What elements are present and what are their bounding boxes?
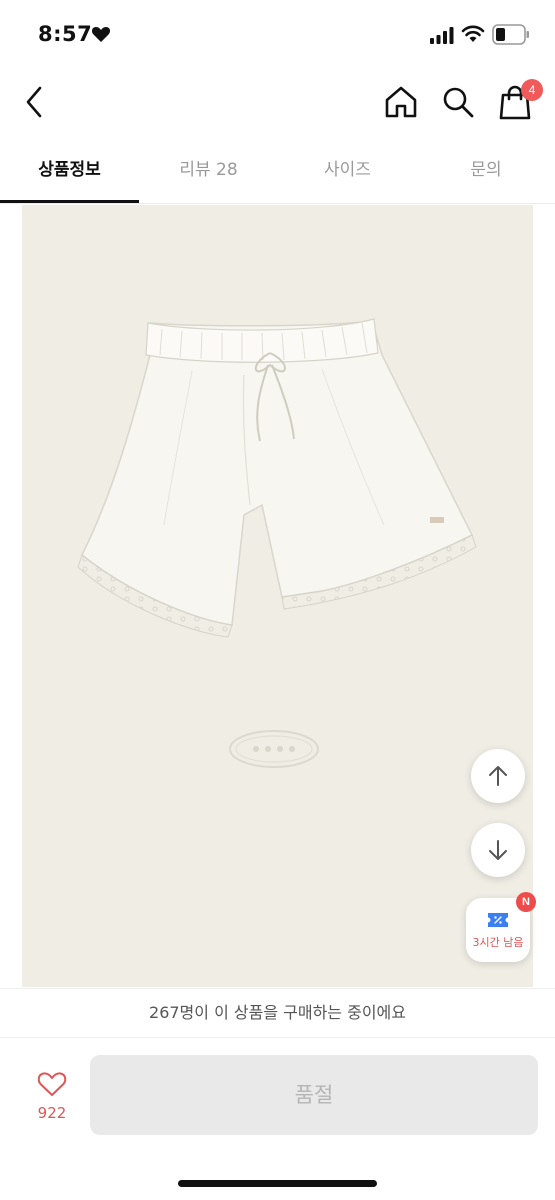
tab-product-info[interactable]: 상품정보 [0,140,139,202]
status-time: 8:57 [38,22,93,46]
cart-count-badge: 4 [521,79,543,101]
status-bar: 8:57 [0,0,555,70]
wifi-icon [461,25,485,42]
home-icon [385,86,417,118]
scroll-down-button[interactable] [471,823,525,877]
home-indicator [178,1180,377,1187]
back-icon [26,86,42,118]
like-button[interactable]: 922 [24,1068,80,1128]
coupon-time-left: 3시간 남음 [472,936,524,949]
new-badge: N [516,892,536,912]
tab-size[interactable]: 사이즈 [278,140,417,202]
sold-out-button[interactable]: 품절 [90,1055,538,1135]
heart-icon [91,26,111,42]
purchase-activity-banner: 267명이 이 상품을 구매하는 중이에요 [0,988,555,1038]
bottom-action-bar: 922 품절 [0,1038,555,1200]
back-button[interactable] [18,82,52,122]
battery-icon [492,24,529,45]
coupon-icon [488,913,508,927]
search-button[interactable] [440,84,476,120]
signal-icon [430,27,454,44]
active-tab-indicator [0,200,139,203]
arrow-up-icon [489,766,507,786]
shorts-illustration [77,318,477,768]
tab-reviews[interactable]: 리뷰 28 [139,140,278,202]
like-count: 922 [37,1104,67,1122]
arrow-down-icon [489,840,507,860]
search-icon [443,87,474,118]
tab-inquiry[interactable]: 문의 [417,140,555,202]
app-header [0,70,555,134]
product-tabs: 상품정보 리뷰 28 사이즈 문의 [0,140,555,204]
home-button[interactable] [383,84,419,120]
product-image [22,205,533,987]
scroll-up-button[interactable] [471,749,525,803]
heart-outline-icon [37,1072,67,1096]
